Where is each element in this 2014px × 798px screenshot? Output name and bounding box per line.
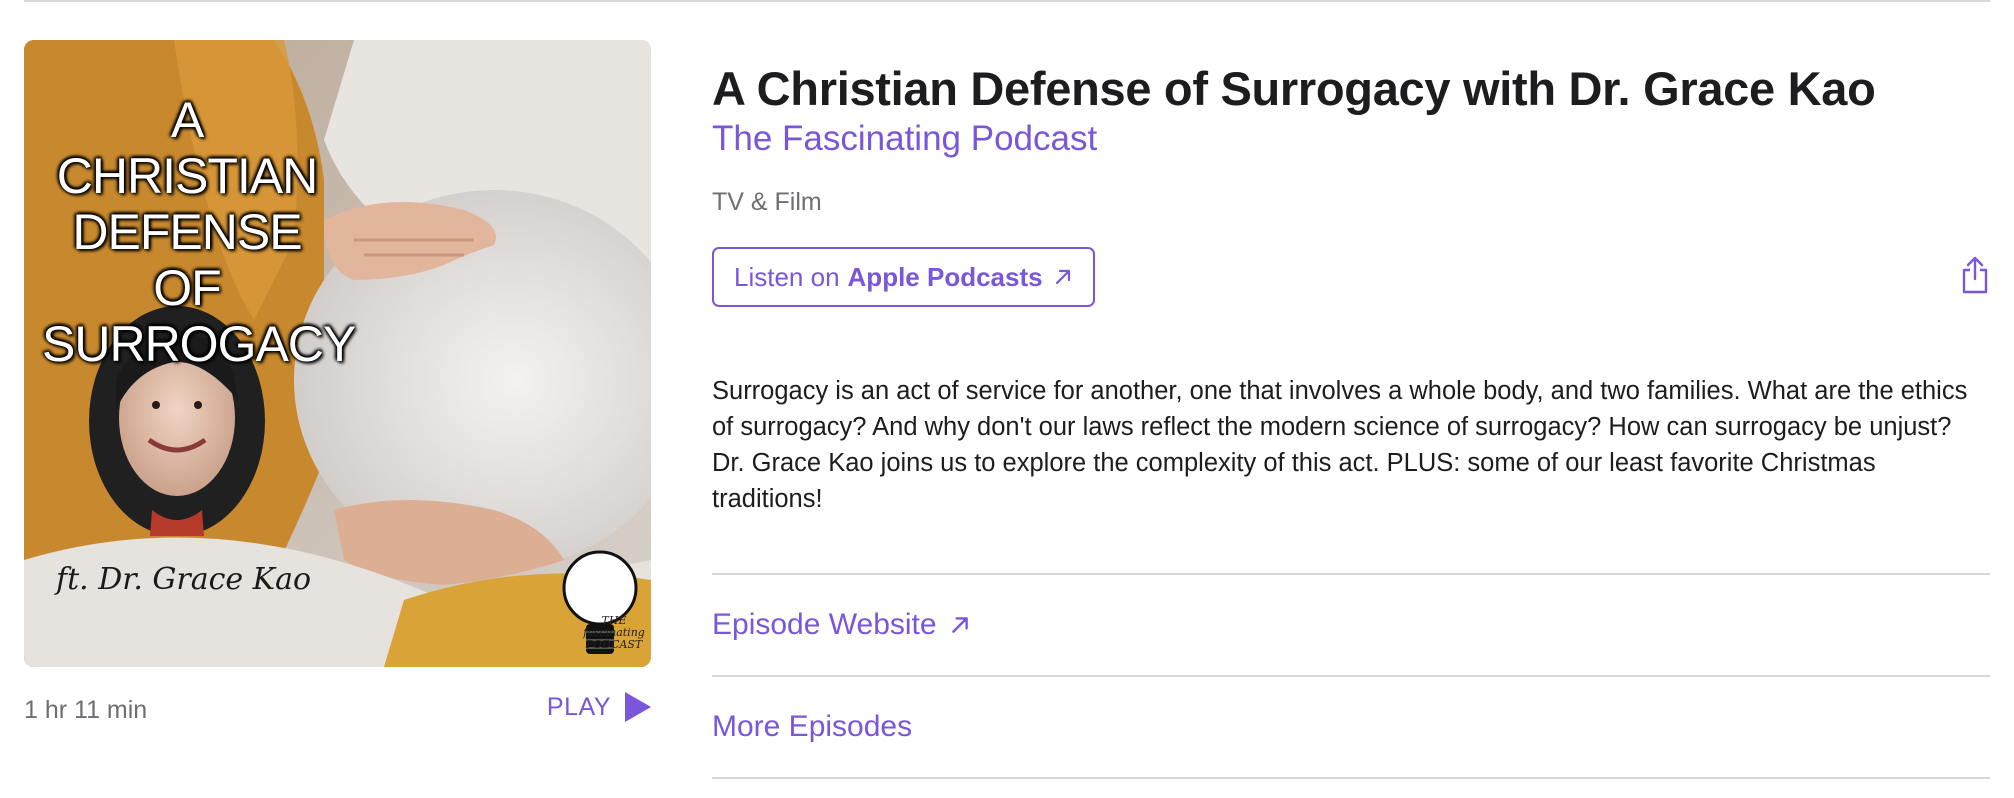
play-button[interactable]: PLAY xyxy=(547,692,651,722)
share-icon[interactable] xyxy=(1960,255,1990,295)
more-episodes-label: More Episodes xyxy=(712,710,913,743)
episode-artwork: A CHRISTIAN DEFENSE OF SURROGACY ft. Dr.… xyxy=(24,40,651,667)
artwork-logo-text: THE fascinating PODCAST xyxy=(583,614,645,651)
player-row: 1 hr 11 min PLAY xyxy=(24,690,651,730)
episode-duration: 1 hr 11 min xyxy=(24,696,148,724)
actions-row: Listen on Apple Podcasts xyxy=(712,247,1990,311)
play-label: PLAY xyxy=(546,692,611,721)
artwork-guest-text: ft. Dr. Grace Kao xyxy=(56,562,312,597)
show-name-link[interactable]: The Fascinating Podcast xyxy=(712,118,1990,160)
listen-prefix: Listen on xyxy=(734,261,840,292)
more-episodes-link[interactable]: More Episodes xyxy=(712,677,1990,777)
divider xyxy=(712,777,1990,779)
listen-brand: Apple Podcasts xyxy=(847,261,1043,292)
episode-title: A Christian Defense of Surrogacy with Dr… xyxy=(712,62,1876,115)
top-divider xyxy=(24,0,1990,2)
episode-website-label: Episode Website xyxy=(712,608,937,641)
listen-on-apple-podcasts-button[interactable]: Listen on Apple Podcasts xyxy=(712,247,1095,307)
episode-details: A Christian Defense of Surrogacy with Dr… xyxy=(712,60,1990,779)
play-icon xyxy=(625,692,651,722)
arrow-up-right-icon xyxy=(951,617,968,633)
episode-category: TV & Film xyxy=(712,188,822,216)
episode-website-link[interactable]: Episode Website xyxy=(712,575,1990,675)
episode-description: Surrogacy is an act of service for anoth… xyxy=(712,377,1968,513)
artwork-title-text: A CHRISTIAN DEFENSE OF SURROGACY xyxy=(42,92,356,372)
arrow-up-right-icon xyxy=(1055,269,1070,285)
